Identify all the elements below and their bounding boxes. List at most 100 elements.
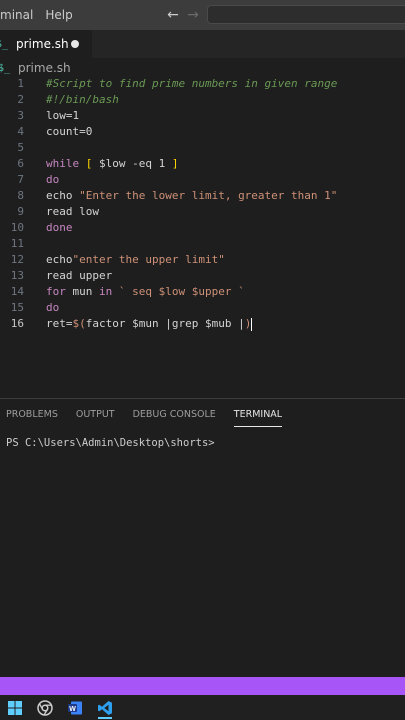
code-token: "enter the upper limit": [72, 253, 225, 266]
code-line[interactable]: 15 do: [0, 300, 405, 316]
code-editor[interactable]: 1 #Script to find prime numbers in given …: [0, 76, 405, 396]
line-number: 4: [17, 125, 24, 138]
line-number: 3: [17, 109, 24, 122]
line-number: 5: [17, 141, 24, 154]
code-line[interactable]: 1 #Script to find prime numbers in given …: [0, 76, 405, 92]
back-arrow-icon[interactable]: ←: [166, 7, 180, 23]
editor-tab-bar: $_ prime.sh: [0, 30, 405, 58]
code-text[interactable]: read low: [46, 204, 99, 220]
code-text[interactable]: #Script to find prime numbers in given r…: [46, 76, 337, 92]
code-line[interactable]: 13 read upper: [0, 268, 405, 284]
code-token: ` seq $low $upper `: [112, 285, 245, 298]
code-line[interactable]: 10 done: [0, 220, 405, 236]
code-text[interactable]: echo"enter the upper limit": [46, 252, 225, 268]
unsaved-dot-icon[interactable]: [71, 40, 79, 48]
code-token: low=1: [46, 109, 80, 122]
code-text[interactable]: while [ $low -eq 1 ]: [46, 156, 178, 172]
command-center-search[interactable]: [207, 5, 405, 24]
code-token: low: [72, 205, 99, 218]
code-text[interactable]: #!/bin/bash: [46, 92, 119, 108]
code-text[interactable]: low=1: [46, 108, 79, 124]
text-cursor: [251, 317, 253, 331]
code-token: #!/bin/bash: [46, 93, 119, 106]
line-number: 13: [10, 269, 24, 282]
code-text[interactable]: done: [46, 220, 73, 236]
forward-arrow-icon[interactable]: →: [186, 7, 200, 23]
code-line[interactable]: 5: [0, 140, 405, 156]
line-number: 12: [10, 253, 24, 266]
code-token: $(: [72, 317, 86, 330]
code-text[interactable]: count=0: [46, 124, 92, 140]
bottom-panel: PROBLEMS OUTPUT DEBUG CONSOLE TERMINAL P…: [0, 398, 405, 676]
code-token: #Script to find prime numbers in given r…: [46, 77, 338, 90]
code-line[interactable]: 2 #!/bin/bash: [0, 92, 405, 108]
line-number: 8: [17, 189, 24, 202]
code-line[interactable]: 3 low=1: [0, 108, 405, 124]
code-text[interactable]: for mun in ` seq $low $upper `: [46, 284, 245, 300]
code-line[interactable]: 4 count=0: [0, 124, 405, 140]
nav-arrows: ← →: [166, 0, 200, 30]
code-line[interactable]: 12 echo"enter the upper limit": [0, 252, 405, 268]
status-bar: [0, 677, 405, 695]
code-token: do: [46, 173, 60, 186]
line-number: 2: [17, 93, 24, 106]
breadcrumb-file[interactable]: prime.sh: [18, 61, 71, 75]
word-icon[interactable]: W: [60, 695, 90, 720]
code-text[interactable]: ret=$(factor $mun |grep $mub |): [46, 316, 253, 332]
code-line[interactable]: 6 while [ $low -eq 1 ]: [0, 156, 405, 172]
title-menu-bar: minal Help ← →: [0, 0, 405, 30]
code-token: "Enter the lower limit, greater than 1": [72, 189, 338, 202]
code-line[interactable]: 14 for mun in ` seq $low $upper `: [0, 284, 405, 300]
dollar-terminal-icon: $_: [0, 62, 11, 74]
windows-start-icon[interactable]: [0, 695, 30, 720]
line-number: 15: [10, 301, 24, 314]
menu-terminal[interactable]: minal: [0, 0, 39, 30]
svg-text:W: W: [69, 705, 76, 712]
code-token: done: [46, 221, 73, 234]
menu-help[interactable]: Help: [39, 0, 78, 30]
code-line[interactable]: 11: [0, 236, 405, 252]
panel-tabs: PROBLEMS OUTPUT DEBUG CONSOLE TERMINAL: [0, 399, 294, 431]
code-token: for: [46, 285, 66, 298]
line-number: 6: [17, 157, 24, 170]
line-number: 10: [10, 221, 24, 234]
code-token: ): [244, 317, 252, 330]
tab-problems[interactable]: PROBLEMS: [6, 399, 58, 431]
code-token: in: [99, 285, 113, 298]
code-token: $low -eq 1: [92, 157, 172, 170]
code-text[interactable]: echo "Enter the lower limit, greater tha…: [46, 188, 337, 204]
vscode-icon[interactable]: [90, 695, 120, 720]
dollar-terminal-icon: $_: [0, 38, 9, 50]
code-text[interactable]: read upper: [46, 268, 112, 284]
code-token: ret=: [46, 317, 73, 330]
code-token: mun: [65, 285, 99, 298]
breadcrumb: $_ prime.sh: [0, 58, 405, 78]
code-token: ]: [171, 157, 179, 170]
code-token: factor $mun |grep $mub |: [85, 317, 245, 330]
code-token: read: [46, 269, 73, 282]
terminal-prompt[interactable]: PS C:\Users\Admin\Desktop\shorts>: [6, 437, 215, 449]
line-number: 14: [10, 285, 24, 298]
code-token: count=0: [46, 125, 93, 138]
code-token: echo: [46, 189, 73, 202]
code-token: while: [46, 157, 80, 170]
code-text[interactable]: do: [46, 300, 59, 316]
tab-label: prime.sh: [16, 37, 69, 51]
line-number: 11: [10, 237, 24, 250]
code-line[interactable]: 7 do: [0, 172, 405, 188]
chrome-icon[interactable]: [30, 695, 60, 720]
tab-debug-console[interactable]: DEBUG CONSOLE: [133, 399, 216, 431]
line-number: 7: [17, 173, 24, 186]
code-line[interactable]: 9 read low: [0, 204, 405, 220]
tab-prime-sh[interactable]: $_ prime.sh: [0, 30, 92, 58]
line-number: 16: [10, 317, 24, 330]
line-number: 1: [17, 77, 24, 90]
line-number: 9: [17, 205, 24, 218]
windows-taskbar: W: [0, 695, 405, 720]
tab-terminal[interactable]: TERMINAL: [233, 399, 283, 431]
code-line[interactable]: 16 ret=$(factor $mun |grep $mub |): [0, 316, 405, 332]
code-text[interactable]: do: [46, 172, 59, 188]
code-line[interactable]: 8 echo "Enter the lower limit, greater th…: [0, 188, 405, 204]
tab-output[interactable]: OUTPUT: [76, 399, 115, 431]
